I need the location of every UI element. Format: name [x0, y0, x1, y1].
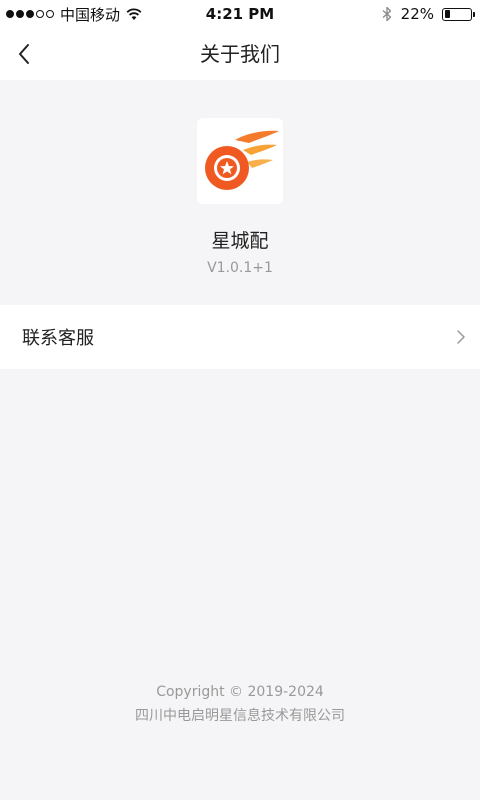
back-button[interactable]: [10, 40, 38, 68]
chevron-left-icon: [19, 44, 29, 64]
app-logo: [197, 118, 283, 204]
company-name: 四川中电启明星信息技术有限公司: [135, 708, 345, 724]
app-logo-icon: [205, 130, 279, 190]
copyright-text: Copyright © 2019-2024: [156, 684, 324, 700]
chevron-right-icon: [457, 330, 465, 344]
contact-customer-service-row[interactable]: 联系客服: [0, 305, 480, 369]
about-screen: 中国移动 4:21 PM 22% 关于我们 星城配 V1.0.1+1 联系客服 …: [0, 0, 480, 800]
bluetooth-icon: [382, 6, 391, 22]
carrier-name: 中国移动: [60, 5, 121, 24]
page-title: 关于我们: [200, 42, 280, 66]
navigation-bar: 关于我们: [0, 28, 480, 80]
status-left: 中国移动: [6, 0, 142, 28]
battery-percent: 22%: [400, 5, 434, 23]
status-bar: 中国移动 4:21 PM 22%: [0, 0, 480, 28]
wifi-icon: [126, 8, 142, 20]
app-info-section: 星城配 V1.0.1+1: [0, 80, 480, 304]
footer: Copyright © 2019-2024 四川中电启明星信息技术有限公司: [0, 680, 480, 728]
battery-level-fill: [444, 10, 450, 18]
status-right: 22%: [381, 0, 475, 28]
signal-strength-icon: [6, 10, 54, 18]
app-version: V1.0.1+1: [207, 260, 273, 276]
app-name: 星城配: [211, 230, 269, 252]
contact-customer-service-label: 联系客服: [22, 328, 94, 349]
battery-icon: [442, 7, 475, 21]
